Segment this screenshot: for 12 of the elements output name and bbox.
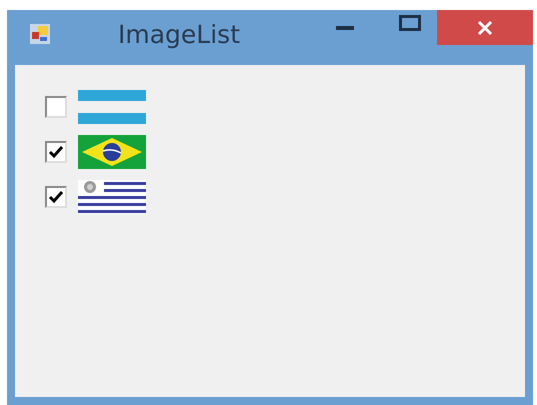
close-button[interactable]: [437, 10, 533, 45]
checkbox[interactable]: [45, 96, 67, 118]
close-icon: [477, 20, 493, 36]
maximize-icon: [399, 14, 421, 30]
window-title: ImageList: [118, 20, 240, 49]
checkbox[interactable]: [45, 186, 67, 208]
striped-flag-icon: [78, 180, 146, 214]
striped-flag-icon: [78, 90, 146, 124]
app-icon: [29, 22, 51, 44]
checkbox[interactable]: [45, 141, 67, 163]
minimize-icon: [336, 24, 354, 30]
diamond-flag-icon: [78, 135, 146, 169]
